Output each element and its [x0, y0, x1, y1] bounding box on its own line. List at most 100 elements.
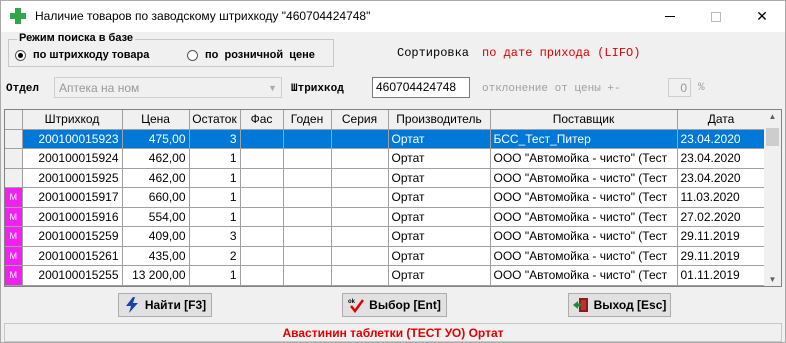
scroll-up-icon[interactable]: ▲ — [764, 112, 781, 121]
table-row[interactable]: M 200100015917 660,00 1 Ортат ООО "Автом… — [5, 187, 766, 208]
cell-stock[interactable]: 1 — [189, 148, 241, 169]
column-header[interactable]: Фас — [240, 110, 284, 130]
cell-manufacturer[interactable]: Ортат — [388, 148, 491, 169]
cell-series[interactable] — [331, 265, 389, 286]
table-row[interactable]: M 200100015255 13 200,00 1 Ортат ООО "Ав… — [5, 265, 766, 286]
cell-barcode[interactable]: 200100015917 — [22, 187, 123, 208]
cell-series[interactable] — [331, 246, 389, 266]
radio-search-by-barcode[interactable]: по штрихкоду товара — [15, 49, 149, 61]
table-row[interactable]: M 200100015259 409,00 3 Ортат ООО "Автом… — [5, 226, 766, 247]
cell-series[interactable] — [331, 207, 389, 227]
cell-pack[interactable] — [240, 226, 284, 247]
cell-manufacturer[interactable]: Ортат — [388, 226, 491, 247]
cell-supplier[interactable]: ООО "Автомойка - чисто" (Тест — [490, 207, 678, 227]
table-row[interactable]: 200100015925 462,00 1 Ортат ООО "Автомой… — [5, 168, 766, 188]
cell-stock[interactable]: 1 — [189, 265, 241, 286]
cell-date[interactable]: 11.03.2020 — [677, 187, 766, 208]
cell-price[interactable]: 660,00 — [122, 187, 190, 208]
cell-pack[interactable] — [240, 187, 284, 208]
price-deviation-input[interactable]: 0 — [668, 78, 691, 97]
cell-barcode[interactable]: 200100015924 — [22, 148, 123, 169]
cell-barcode[interactable]: 200100015255 — [22, 265, 123, 286]
cell-expiry[interactable] — [283, 129, 332, 149]
cell-stock[interactable]: 2 — [189, 246, 241, 266]
table-row[interactable]: 200100015923 475,00 3 Ортат БСС_Тест_Пит… — [5, 129, 766, 149]
cell-date[interactable]: 29.11.2019 — [677, 246, 766, 266]
cell-supplier[interactable]: ООО "Автомойка - чисто" (Тест — [490, 246, 678, 266]
cell-expiry[interactable] — [283, 168, 332, 188]
radio-search-by-price[interactable]: по розничной цене — [187, 49, 315, 61]
cell-supplier[interactable]: ООО "Автомойка - чисто" (Тест — [490, 265, 678, 286]
cell-price[interactable]: 435,00 — [122, 246, 190, 266]
cell-price[interactable]: 475,00 — [122, 129, 190, 149]
cell-supplier[interactable]: ООО "Автомойка - чисто" (Тест — [490, 226, 678, 247]
cell-price[interactable]: 409,00 — [122, 226, 190, 247]
column-header[interactable]: Производитель — [388, 110, 491, 130]
barcode-input[interactable]: 460704424748 — [372, 77, 470, 98]
cell-stock[interactable]: 1 — [189, 168, 241, 188]
cell-pack[interactable] — [240, 207, 284, 227]
cell-series[interactable] — [331, 148, 389, 169]
cell-pack[interactable] — [240, 129, 284, 149]
cell-barcode[interactable]: 200100015916 — [22, 207, 123, 227]
cell-barcode[interactable]: 200100015925 — [22, 168, 123, 188]
cell-series[interactable] — [331, 129, 389, 149]
cell-stock[interactable]: 1 — [189, 207, 241, 227]
cell-pack[interactable] — [240, 265, 284, 286]
stock-table[interactable]: Штрихкод Цена Остаток Фас Годен Серия Пр… — [4, 109, 782, 287]
minimize-button[interactable] — [647, 1, 693, 32]
cell-supplier[interactable]: ООО "Автомойка - чисто" (Тест — [490, 168, 678, 188]
table-row[interactable]: M 200100015916 554,00 1 Ортат ООО "Автом… — [5, 207, 766, 227]
department-select[interactable]: Аптека на ном ▼ — [54, 77, 282, 98]
cell-barcode[interactable]: 200100015259 — [22, 226, 123, 247]
cell-date[interactable]: 23.04.2020 — [677, 168, 766, 188]
cell-expiry[interactable] — [283, 207, 332, 227]
cell-barcode[interactable]: 200100015923 — [22, 129, 123, 149]
scroll-thumb[interactable] — [766, 128, 779, 146]
cell-date[interactable]: 01.11.2019 — [677, 265, 766, 286]
table-row[interactable]: M 200100015261 435,00 2 Ортат ООО "Автом… — [5, 246, 766, 266]
cell-stock[interactable]: 1 — [189, 187, 241, 208]
cell-date[interactable]: 23.04.2020 — [677, 148, 766, 169]
choose-button[interactable]: ok Выбор [Ent] — [342, 293, 447, 317]
cell-pack[interactable] — [240, 246, 284, 266]
cell-manufacturer[interactable]: Ортат — [388, 246, 491, 266]
column-header[interactable]: Поставщик — [490, 110, 678, 130]
cell-supplier[interactable]: ООО "Автомойка - чисто" (Тест — [490, 148, 678, 169]
cell-price[interactable]: 554,00 — [122, 207, 190, 227]
cell-supplier[interactable]: ООО "Автомойка - чисто" (Тест — [490, 187, 678, 208]
maximize-button[interactable] — [693, 1, 739, 32]
cell-manufacturer[interactable]: Ортат — [388, 168, 491, 188]
cell-expiry[interactable] — [283, 226, 332, 247]
cell-expiry[interactable] — [283, 187, 332, 208]
cell-expiry[interactable] — [283, 265, 332, 286]
column-header[interactable]: Цена — [122, 110, 190, 130]
column-header[interactable]: Штрихкод — [22, 110, 123, 130]
column-header[interactable]: Остаток — [189, 110, 241, 130]
cell-price[interactable]: 13 200,00 — [122, 265, 190, 286]
cell-series[interactable] — [331, 187, 389, 208]
cell-date[interactable]: 29.11.2019 — [677, 226, 766, 247]
cell-date[interactable]: 27.02.2020 — [677, 207, 766, 227]
cell-manufacturer[interactable]: Ортат — [388, 265, 491, 286]
table-row[interactable]: 200100015924 462,00 1 Ортат ООО "Автомой… — [5, 148, 766, 169]
cell-pack[interactable] — [240, 148, 284, 169]
chevron-down-icon[interactable]: ▼ — [264, 78, 281, 97]
cell-series[interactable] — [331, 168, 389, 188]
cell-series[interactable] — [331, 226, 389, 247]
cell-date[interactable]: 23.04.2020 — [677, 129, 766, 149]
cell-barcode[interactable]: 200100015261 — [22, 246, 123, 266]
cell-stock[interactable]: 3 — [189, 129, 241, 149]
scroll-down-icon[interactable]: ▼ — [764, 275, 781, 284]
close-button[interactable]: ✕ — [739, 1, 785, 32]
column-header[interactable]: Годен — [283, 110, 332, 130]
cell-manufacturer[interactable]: Ортат — [388, 129, 491, 149]
find-button[interactable]: Найти [F3] — [118, 293, 212, 317]
cell-supplier[interactable]: БСС_Тест_Питер — [490, 129, 678, 149]
cell-expiry[interactable] — [283, 246, 332, 266]
vertical-scrollbar[interactable]: ▲ ▼ — [764, 110, 781, 286]
cell-pack[interactable] — [240, 168, 284, 188]
cell-price[interactable]: 462,00 — [122, 148, 190, 169]
cell-stock[interactable]: 3 — [189, 226, 241, 247]
column-header[interactable]: Серия — [331, 110, 389, 130]
